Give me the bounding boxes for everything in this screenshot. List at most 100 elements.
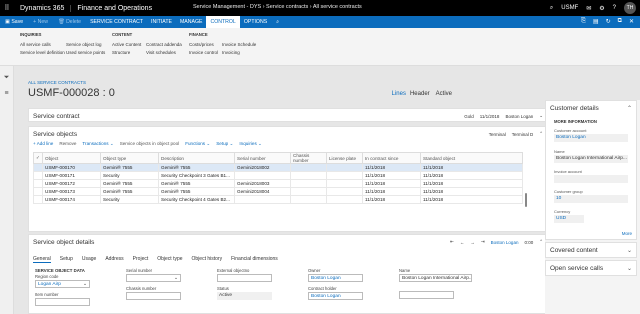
search-icon[interactable]: ⌕ bbox=[550, 5, 553, 12]
cell-serial[interactable]: Gemini2018002 bbox=[234, 163, 291, 172]
currency-value[interactable]: USD bbox=[554, 215, 584, 223]
tab-initiate[interactable]: INITIATE bbox=[147, 16, 176, 28]
cell-description[interactable]: Security Checkpoint 3 Gates B1... bbox=[158, 171, 235, 180]
service-contract-fasttab[interactable]: Service contract Gold 11/1/2018 Boston L… bbox=[28, 108, 548, 122]
cell-description[interactable]: Gemini® 7555 bbox=[158, 163, 235, 172]
functions-menu[interactable]: Functions ⌄ bbox=[185, 141, 210, 147]
breadcrumb[interactable]: Service Management - DYS › Service contr… bbox=[193, 4, 362, 10]
col-header-object-type[interactable]: Object type bbox=[100, 152, 159, 164]
open-service-calls-factbox[interactable]: Open service calls ⌄ bbox=[545, 260, 637, 276]
attach-icon[interactable]: ⎘ bbox=[581, 18, 586, 25]
fasttab-title[interactable]: Service object details bbox=[33, 239, 94, 246]
cell-chassis[interactable] bbox=[290, 187, 327, 196]
cell-serial[interactable] bbox=[234, 171, 291, 180]
col-header-object[interactable]: Object bbox=[42, 152, 101, 164]
cell-object-type[interactable]: Gemini® 7555 bbox=[100, 163, 159, 172]
next-record-icon[interactable]: → bbox=[470, 240, 475, 245]
tab-general[interactable]: General bbox=[33, 256, 51, 263]
col-header-standard-object[interactable]: Standard object bbox=[420, 152, 523, 164]
cell-chassis[interactable] bbox=[290, 163, 327, 172]
tab-address[interactable]: Address bbox=[105, 256, 123, 263]
tab-usage[interactable]: Usage bbox=[82, 256, 96, 263]
product-name[interactable]: Dynamics 365 bbox=[14, 5, 70, 12]
tab-options[interactable]: OPTIONS bbox=[240, 16, 271, 28]
table-row[interactable]: USMF-000171 Security Security Checkpoint… bbox=[33, 171, 523, 180]
region-code-input[interactable]: Logan Airp ⌄ bbox=[35, 280, 90, 288]
more-link[interactable]: More bbox=[622, 231, 632, 236]
notifications-icon[interactable]: ✉ bbox=[586, 5, 591, 12]
chevron-up-icon[interactable]: ⌃ bbox=[539, 239, 543, 245]
add-line-button[interactable]: + Add line bbox=[33, 141, 53, 147]
prev-record-icon[interactable]: ← bbox=[460, 240, 465, 245]
cell-object[interactable]: USMF-000172 bbox=[42, 179, 101, 188]
cell-object[interactable]: USMF-000174 bbox=[42, 195, 101, 204]
filter-icon[interactable]: ⏷ bbox=[0, 74, 13, 82]
contract-addenda-button[interactable]: Contract addenda bbox=[146, 42, 182, 47]
all-service-calls-button[interactable]: All service calls bbox=[20, 42, 65, 47]
row-select-cell[interactable] bbox=[33, 187, 43, 196]
chevron-down-icon[interactable]: ⌄ bbox=[174, 275, 178, 281]
factbox-title[interactable]: Customer details bbox=[550, 105, 599, 112]
chevron-down-icon[interactable]: ⌄ bbox=[83, 281, 87, 287]
cell-license[interactable] bbox=[326, 179, 363, 188]
cell-object[interactable]: USMF-000170 bbox=[42, 163, 101, 172]
cell-chassis[interactable] bbox=[290, 195, 327, 204]
table-row[interactable]: USMF-000170 Gemini® 7555 Gemini® 7555 Ge… bbox=[33, 163, 523, 172]
cell-since[interactable]: 11/1/2018 bbox=[362, 179, 421, 188]
chevron-down-icon[interactable]: ⌄ bbox=[539, 113, 543, 119]
chevron-down-icon[interactable]: ⌄ bbox=[627, 247, 632, 254]
col-header-chassis-number[interactable]: Chassis number bbox=[290, 152, 327, 164]
last-record-icon[interactable]: ⇥ bbox=[481, 239, 485, 245]
table-row[interactable]: USMF-000172 Gemini® 7555 Gemini® 7555 Ge… bbox=[33, 179, 523, 188]
help-icon[interactable]: ? bbox=[613, 5, 616, 11]
cell-since[interactable]: 11/1/2018 bbox=[362, 195, 421, 204]
cell-object-type[interactable]: Gemini® 7555 bbox=[100, 187, 159, 196]
cell-license[interactable] bbox=[326, 187, 363, 196]
lines-view-link[interactable]: Lines bbox=[392, 91, 406, 97]
cell-standard[interactable]: 11/1/2018 bbox=[420, 179, 523, 188]
cell-license[interactable] bbox=[326, 195, 363, 204]
chevron-up-icon[interactable]: ⌃ bbox=[627, 105, 632, 112]
tab-object-type[interactable]: Object type bbox=[157, 256, 182, 263]
costs-prices-button[interactable]: Costs/prices bbox=[189, 42, 218, 47]
cell-since[interactable]: 11/1/2018 bbox=[362, 163, 421, 172]
customer-group-value[interactable]: 10 bbox=[554, 195, 628, 203]
new-button[interactable]: + New bbox=[28, 16, 53, 28]
tab-control[interactable]: CONTROL bbox=[206, 16, 240, 28]
cell-chassis[interactable] bbox=[290, 171, 327, 180]
chassis-number-input[interactable] bbox=[126, 292, 181, 300]
serial-number-input[interactable]: ⌄ bbox=[126, 274, 181, 282]
tab-service-contract[interactable]: SERVICE CONTRACT bbox=[86, 16, 147, 28]
covered-content-factbox[interactable]: Covered content ⌄ bbox=[545, 242, 637, 258]
cell-serial[interactable] bbox=[234, 195, 291, 204]
tab-project[interactable]: Project bbox=[133, 256, 149, 263]
cell-standard[interactable]: 11/1/2018 bbox=[420, 171, 523, 180]
col-header-contract-since[interactable]: In contract since bbox=[362, 152, 421, 164]
cell-chassis[interactable] bbox=[290, 179, 327, 188]
table-row[interactable]: USMF-000173 Gemini® 7555 Gemini® 7555 Ge… bbox=[33, 187, 523, 196]
avatar[interactable]: TH bbox=[624, 2, 636, 14]
cell-serial[interactable]: Gemini2018004 bbox=[234, 187, 291, 196]
cell-standard[interactable]: 11/1/2018 bbox=[420, 163, 523, 172]
cell-object-type[interactable]: Gemini® 7555 bbox=[100, 179, 159, 188]
company-picker[interactable]: USMF bbox=[561, 5, 578, 11]
grid-scrollbar[interactable] bbox=[525, 193, 527, 207]
table-row[interactable]: USMF-000174 Security Security Checkpoint… bbox=[33, 195, 523, 204]
chevron-down-icon[interactable]: ⌄ bbox=[627, 265, 632, 272]
invoice-account-value[interactable] bbox=[554, 175, 628, 183]
tab-object-history[interactable]: Object history bbox=[192, 256, 223, 263]
service-level-definition-button[interactable]: Service level definition bbox=[20, 50, 65, 55]
page-section-label[interactable]: ALL SERVICE CONTRACTS bbox=[28, 80, 86, 85]
item-number-input[interactable] bbox=[35, 298, 90, 306]
setup-menu[interactable]: Setup ⌄ bbox=[216, 141, 233, 147]
visit-schedules-button[interactable]: Visit schedules bbox=[146, 50, 182, 55]
customer-account-value[interactable]: Boston Logan bbox=[554, 134, 628, 142]
active-content-button[interactable]: Active Content bbox=[112, 42, 141, 47]
tab-financial-dimensions[interactable]: Financial dimensions bbox=[231, 256, 278, 263]
refresh-icon[interactable]: ↻ bbox=[606, 18, 611, 25]
owner-value[interactable]: Boston Logan bbox=[308, 274, 363, 282]
cell-license[interactable] bbox=[326, 163, 363, 172]
col-header-serial-number[interactable]: Serial number bbox=[234, 152, 291, 164]
popout-icon[interactable]: ⧉ bbox=[618, 18, 622, 25]
col-header-license-plate[interactable]: License plate bbox=[326, 152, 363, 164]
